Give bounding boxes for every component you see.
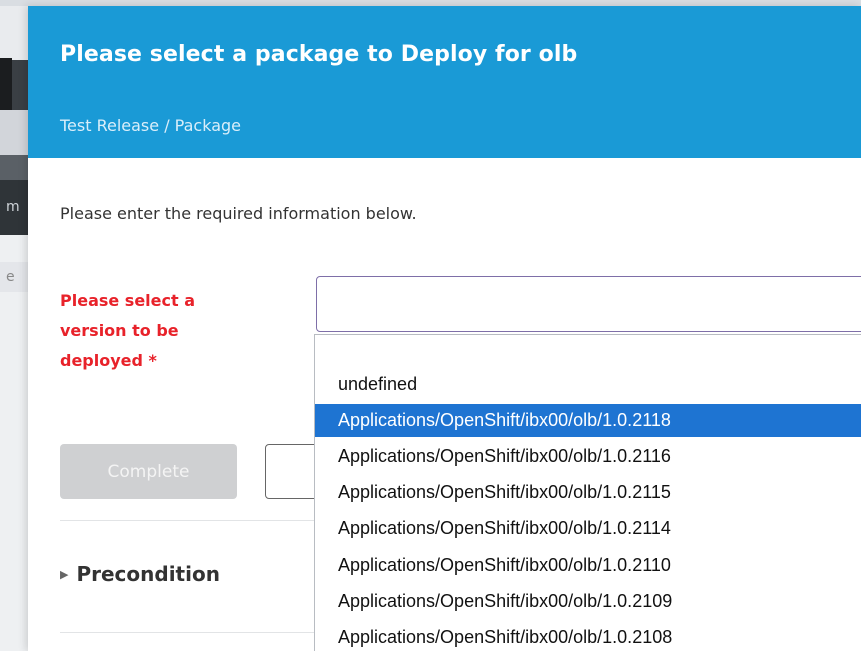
background-dark-tab xyxy=(0,58,12,110)
background-nav-block-mid xyxy=(0,155,28,180)
background-panel xyxy=(0,235,28,651)
version-select-input[interactable] xyxy=(316,276,861,332)
dropdown-option[interactable]: Applications/OpenShift/ibx00/olb/1.0.211… xyxy=(315,440,861,473)
dropdown-option[interactable]: Applications/OpenShift/ibx00/olb/1.0.211… xyxy=(315,512,861,545)
complete-button[interactable]: Complete xyxy=(60,444,237,499)
dropdown-option-undefined[interactable]: undefined xyxy=(315,368,861,401)
chevron-right-icon: ▶ xyxy=(60,568,69,581)
dropdown-option[interactable]: Applications/OpenShift/ibx00/olb/1.0.211… xyxy=(315,404,861,438)
dropdown-option[interactable]: Applications/OpenShift/ibx00/olb/1.0.210… xyxy=(315,585,861,618)
modal-title: Please select a package to Deploy for ol… xyxy=(60,42,578,67)
background-nav-block-light xyxy=(0,110,28,155)
version-dropdown-list[interactable]: undefined Applications/OpenShift/ibx00/ol… xyxy=(314,334,861,651)
intro-text: Please enter the required information be… xyxy=(60,204,417,223)
dropdown-option[interactable]: Applications/OpenShift/ibx00/olb/1.0.211… xyxy=(315,549,861,582)
version-field-label: Please select a version to be deployed * xyxy=(60,291,196,370)
modal-breadcrumb: Test Release / Package xyxy=(60,116,241,135)
background-menu-item: m xyxy=(0,180,28,235)
dropdown-option[interactable]: Applications/OpenShift/ibx00/olb/1.0.210… xyxy=(315,621,861,651)
dropdown-option[interactable]: Applications/OpenShift/ibx00/olb/1.0.211… xyxy=(315,476,861,509)
precondition-label: Precondition xyxy=(76,562,220,586)
precondition-section-toggle[interactable]: ▶ Precondition xyxy=(60,562,220,586)
background-text-fragment: e xyxy=(0,262,28,292)
modal-header: Please select a package to Deploy for ol… xyxy=(28,6,861,158)
